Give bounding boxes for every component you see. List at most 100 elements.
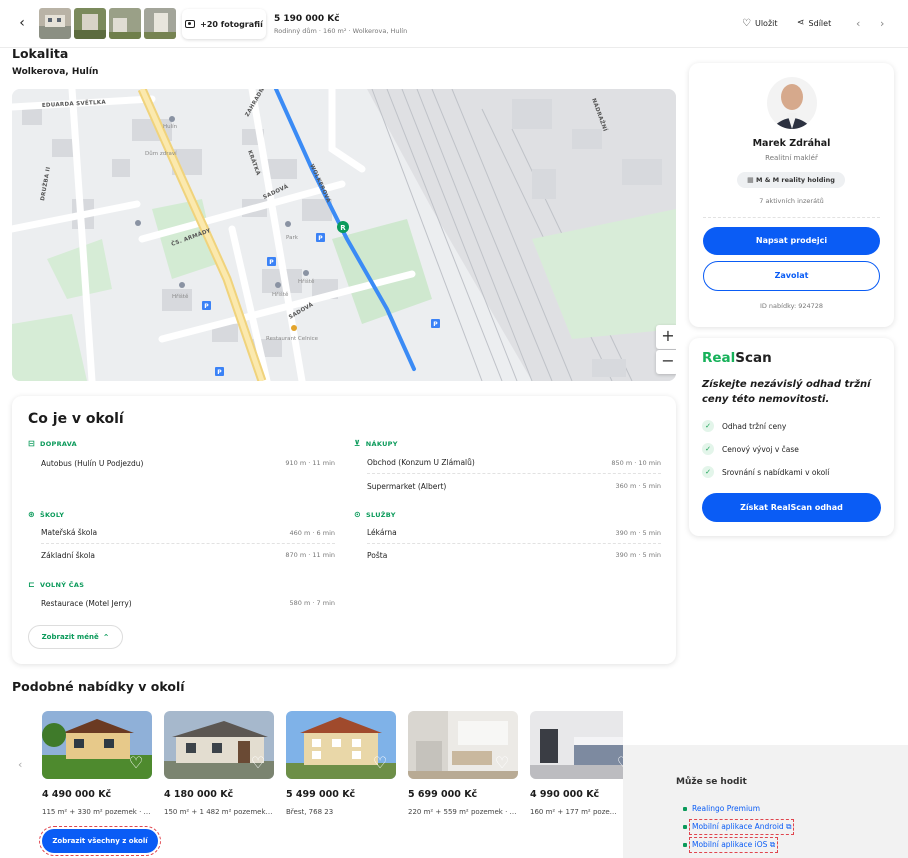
save-label: Uložit: [754, 19, 778, 28]
surroundings-card: Co je v okolí ⊟ DOPRAVA Autobus (Hulín U…: [12, 396, 676, 664]
benefit-item: ✓ Odhad tržní ceny: [702, 420, 786, 432]
agent-role: Realitní makléř: [765, 154, 818, 162]
category-label: ŠKOLY: [40, 510, 65, 519]
benefit-label: Odhad tržní ceny: [722, 421, 787, 431]
save-button[interactable]: ♡ Uložit: [742, 18, 778, 29]
external-link-icon: ⧉: [786, 822, 792, 831]
favorite-heart-icon[interactable]: ♡: [127, 754, 145, 772]
gallery-thumbnail[interactable]: [144, 8, 176, 39]
benefit-label: Cenový vývoj v čase: [722, 444, 799, 454]
offer-card[interactable]: ♡ 4 990 000 Kč 160 m² + 177 m² pozemek ·…: [530, 711, 623, 841]
agent-active-ads: 7 aktivních inzerátů: [759, 197, 824, 205]
category-label: DOPRAVA: [40, 439, 78, 448]
photos-count-label: +20 fotografií: [200, 19, 263, 29]
agent-company-badge[interactable]: ▦ M & M reality holding: [737, 172, 845, 188]
gallery-thumbnail[interactable]: [39, 8, 71, 39]
surroundings-title: Co je v okolí: [28, 411, 124, 427]
back-arrow-icon[interactable]: ‹: [14, 15, 30, 31]
carousel-prev-icon[interactable]: ‹: [18, 758, 22, 771]
list-item: Obchod (Konzum U Zlámalů) 850 m · 10 min: [367, 452, 661, 474]
offer-id: ID nabídky: 924728: [759, 302, 824, 310]
category-label: NÁKUPY: [365, 439, 398, 448]
gallery-thumbnail[interactable]: [74, 8, 106, 39]
map-label: Dům zdraví: [145, 150, 177, 157]
realscan-logo: RealScan: [702, 350, 772, 366]
write-seller-button[interactable]: Napsat prodejci: [703, 227, 880, 255]
offer-meta: 160 m² + 177 m² pozemek · Hulín: [530, 808, 623, 816]
offer-price: 4 490 000 Kč: [42, 789, 112, 800]
offer-card[interactable]: ♡ 4 180 000 Kč 150 m² + 1 482 m² pozemek…: [164, 711, 274, 816]
zoom-in-button[interactable]: +: [656, 325, 676, 349]
place-distance: 870 m · 11 min: [285, 551, 335, 559]
favorite-heart-icon[interactable]: ♡: [615, 754, 623, 772]
category-label: SLUŽBY: [366, 510, 396, 519]
map[interactable]: R P P P P P EDUARDA SVĚTLKA ZAHRADNÍ KRÁ…: [12, 89, 676, 381]
link-realingo-premium[interactable]: Realingo Premium: [683, 804, 760, 813]
cup-icon: ⊏: [28, 580, 36, 589]
call-button[interactable]: Zavolat: [703, 261, 880, 291]
similar-offers-title: Podobné nabídky v okolí: [12, 679, 185, 694]
gallery-thumbnail[interactable]: [109, 8, 141, 39]
share-button[interactable]: ⋖ Sdílet: [797, 18, 831, 28]
svg-text:P: P: [204, 303, 209, 310]
cart-icon: ⊻: [354, 439, 361, 448]
place-distance: 580 m · 7 min: [289, 599, 335, 607]
list-item: Pošta 390 m · 5 min: [367, 544, 661, 566]
bullet-icon: [683, 806, 687, 811]
listing-subtitle: Rodinný dům · 160 m² · Wolkerova, Hulín: [274, 27, 408, 35]
link-ios-app[interactable]: Mobilní aplikace iOS ⧉: [683, 837, 779, 853]
offer-card[interactable]: ♡ 5 699 000 Kč 220 m² + 559 m² pozemek ·…: [408, 711, 518, 816]
list-item: Mateřská škola 460 m · 6 min: [41, 522, 335, 544]
list-item: Základní škola 870 m · 11 min: [41, 544, 335, 566]
check-icon: ✓: [702, 466, 714, 478]
useful-title: Může se hodit: [676, 777, 747, 787]
logo-part: Scan: [735, 350, 772, 366]
offer-card[interactable]: ♡ 5 499 000 Kč Břest, 768 23: [286, 711, 396, 816]
svg-text:P: P: [318, 235, 323, 242]
show-all-nearby-button[interactable]: Zobrazit všechny z okolí: [39, 826, 161, 856]
shield-check-icon: ⊙: [354, 510, 362, 519]
map-label: Restaurant Celnice: [266, 336, 319, 342]
bullet-icon: [683, 825, 687, 829]
all-photos-button[interactable]: +20 fotografií: [182, 9, 266, 39]
offer-price: 4 180 000 Kč: [164, 789, 234, 800]
camera-icon: [185, 20, 196, 28]
offer-card[interactable]: ♡ 4 490 000 Kč 115 m² + 330 m² pozemek ·…: [42, 711, 152, 816]
benefit-item: ✓ Srovnání s nabídkami v okolí: [702, 466, 829, 478]
favorite-heart-icon[interactable]: ♡: [493, 754, 511, 772]
share-label: Sdílet: [808, 18, 832, 28]
category-shopping: ⊻ NÁKUPY: [354, 439, 398, 448]
place-name: Lékárna: [367, 528, 397, 537]
offer-price: 5 499 000 Kč: [286, 789, 356, 800]
map-label: Park: [286, 235, 299, 241]
link-android-app[interactable]: Mobilní aplikace Android ⧉: [683, 819, 795, 835]
place-distance: 390 m · 5 min: [615, 528, 661, 537]
show-less-label: Zobrazit méně: [41, 633, 99, 641]
show-less-button[interactable]: Zobrazit méně ⌃: [28, 625, 123, 649]
place-distance: 850 m · 10 min: [611, 458, 661, 467]
get-realscan-button[interactable]: Získat RealScan odhad: [702, 493, 881, 522]
check-icon: ✓: [702, 443, 714, 455]
category-schools: ⊛ ŠKOLY: [28, 510, 64, 519]
place-distance: 910 m · 11 min: [285, 459, 335, 467]
zoom-out-button[interactable]: −: [656, 350, 676, 374]
realscan-card: RealScan Získejte nezávislý odhad tržní …: [689, 338, 894, 536]
place-name: Mateřská škola: [41, 528, 98, 537]
listing-price: 5 190 000 Kč: [274, 14, 340, 24]
bus-icon: ⊟: [28, 439, 36, 448]
heart-icon: ♡: [742, 18, 751, 29]
favorite-heart-icon[interactable]: ♡: [249, 754, 267, 772]
list-item: Restaurace (Motel Jerry) 580 m · 7 min: [41, 592, 335, 614]
offer-price: 4 990 000 Kč: [530, 789, 600, 800]
logo-part: Real: [702, 350, 736, 366]
offer-photo: ♡: [530, 711, 623, 779]
svg-text:P: P: [433, 321, 438, 328]
next-listing-icon[interactable]: ›: [880, 17, 884, 30]
chevron-up-icon: ⌃: [102, 632, 110, 642]
prev-listing-icon[interactable]: ‹: [856, 17, 860, 30]
check-icon: ✓: [702, 420, 714, 432]
top-bar: ‹ +20 fotografií 5 190 000 Kč Rodinný dů…: [0, 0, 908, 48]
bullet-icon: [683, 843, 687, 847]
useful-links-panel: Může se hodit Realingo Premium Mobilní a…: [623, 745, 908, 858]
favorite-heart-icon[interactable]: ♡: [371, 754, 389, 772]
